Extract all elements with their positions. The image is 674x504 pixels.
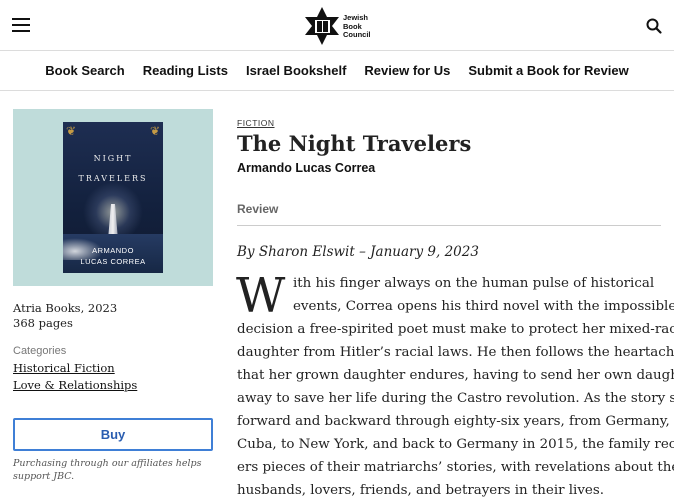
cover-author-line-2: LUCAS CORREA bbox=[80, 257, 146, 266]
publisher-year: Atria Books, 2023 bbox=[13, 301, 118, 315]
nav-israel-bookshelf[interactable]: Israel Bookshelf bbox=[246, 63, 346, 78]
main-nav: Book Search Reading Lists Israel Bookshe… bbox=[0, 51, 674, 91]
section-divider bbox=[237, 225, 661, 226]
cover-author-line-1: ARMANDO bbox=[92, 246, 134, 255]
category-link-love-relationships[interactable]: Love & Relationships bbox=[13, 378, 137, 392]
jbc-logo-mark-icon bbox=[305, 7, 339, 45]
body-line: daughter from Hitler’s racial laws. He t… bbox=[237, 345, 674, 360]
body-line: Cuba, to New York, and back to Germany i… bbox=[237, 437, 674, 452]
buy-button[interactable]: Buy bbox=[13, 418, 213, 451]
hamburger-menu-icon[interactable] bbox=[12, 17, 30, 33]
page-count: 368 pages bbox=[13, 316, 73, 330]
review-byline: By Sharon Elswit – January 9, 2023 bbox=[237, 244, 479, 260]
top-bar: Jewish Book Council bbox=[0, 0, 674, 51]
book-title: The Night Travelers bbox=[237, 131, 472, 156]
search-icon[interactable] bbox=[645, 17, 663, 35]
nav-reading-lists[interactable]: Reading Lists bbox=[143, 63, 228, 78]
body-line: events, Correa opens his third novel wit… bbox=[293, 299, 674, 314]
ornament-icon: ❦ bbox=[149, 124, 160, 138]
body-line: ers pieces of their matriarchs’ stories,… bbox=[237, 460, 674, 475]
book-cover-image: ❦ ❦ NIGHT TRAVELERS ARMANDO LUCAS CORREA bbox=[63, 122, 163, 273]
nav-submit-book[interactable]: Submit a Book for Review bbox=[468, 63, 628, 78]
cover-title-line-1: NIGHT bbox=[93, 154, 133, 163]
review-section-label: Review bbox=[237, 202, 279, 216]
body-line: forward and backward through eighty-six … bbox=[237, 414, 674, 429]
book-cover-panel: ❦ ❦ NIGHT TRAVELERS ARMANDO LUCAS CORREA bbox=[13, 109, 213, 286]
nav-review-for-us[interactable]: Review for Us bbox=[364, 63, 450, 78]
body-line: decision a free-spirited poet must make … bbox=[237, 322, 674, 337]
book-meta: Atria Books, 2023 368 pages bbox=[13, 301, 117, 331]
book-author: Armando Lucas Correa bbox=[237, 161, 376, 175]
body-line: away to save her life during the Castro … bbox=[237, 391, 674, 406]
ornament-icon: ❦ bbox=[66, 124, 77, 138]
body-line: husbands, lovers, friends, and betrayers… bbox=[237, 483, 604, 498]
drop-cap: W bbox=[236, 268, 286, 324]
affiliate-note: Purchasing through our affiliates helps … bbox=[13, 458, 202, 482]
body-line: that her grown daughter endures, having … bbox=[237, 368, 674, 383]
nav-book-search[interactable]: Book Search bbox=[45, 63, 124, 78]
genre-link[interactable]: FICTION bbox=[237, 118, 275, 128]
body-line: ith his finger always on the human pulse… bbox=[293, 276, 655, 291]
logo-line-3: Council bbox=[343, 30, 371, 39]
category-link-historical-fiction[interactable]: Historical Fiction bbox=[13, 361, 115, 375]
logo-wordmark: Jewish Book Council bbox=[343, 13, 371, 40]
site-logo[interactable]: Jewish Book Council bbox=[302, 6, 382, 46]
categories-label: Categories bbox=[13, 345, 67, 357]
